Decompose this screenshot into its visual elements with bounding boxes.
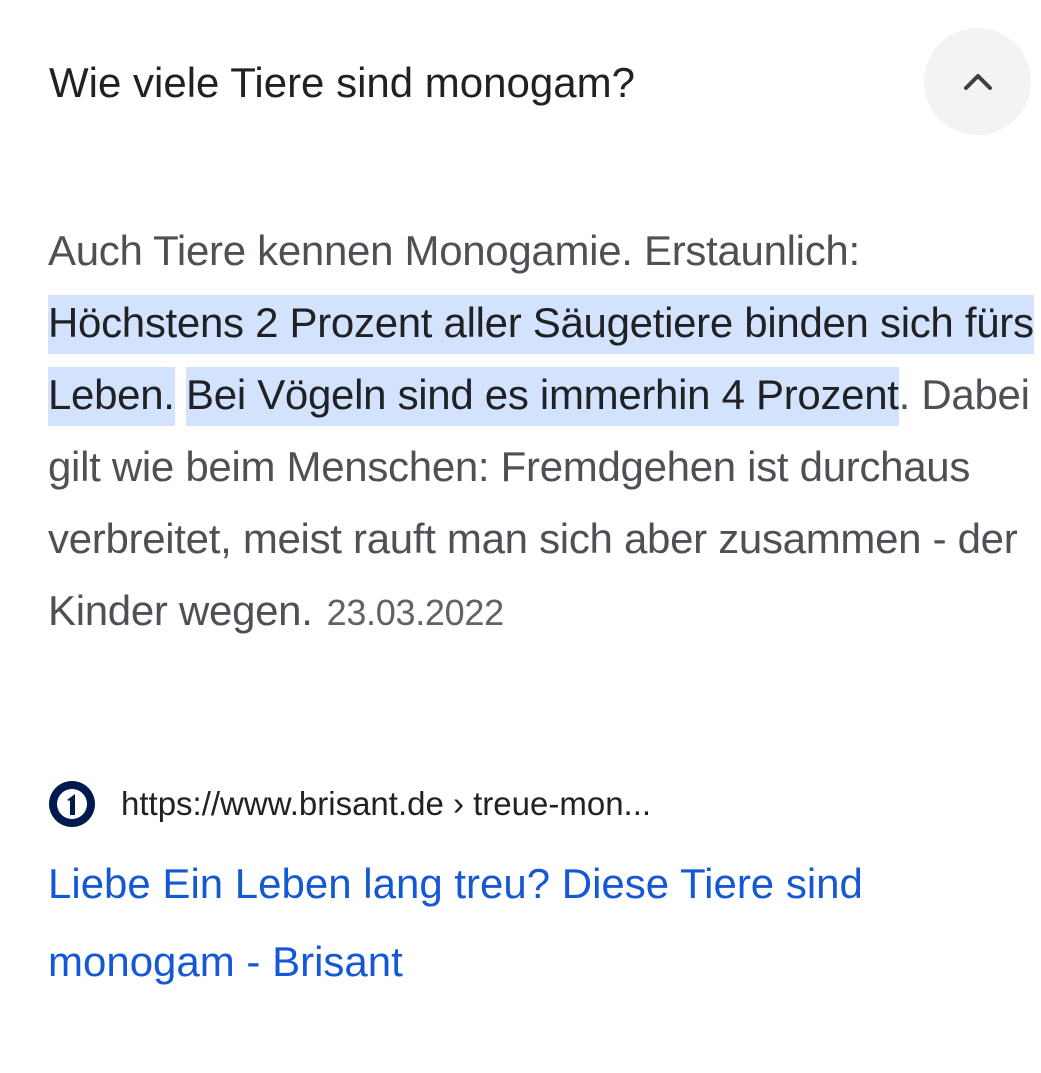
das-erste-logo-icon: [49, 781, 95, 827]
source-url[interactable]: https://www.brisant.de › treue-mon...: [121, 785, 651, 823]
source-row[interactable]: https://www.brisant.de › treue-mon...: [48, 778, 651, 830]
result-title-link[interactable]: Liebe Ein Leben lang treu? Diese Tiere s…: [48, 845, 1008, 1001]
question-row[interactable]: Wie viele Tiere sind monogam?: [0, 0, 1041, 165]
answer-date: 23.03.2022: [326, 592, 504, 633]
answer-highlight-2: Bei Vögeln sind es immerhin 4 Prozent: [186, 367, 899, 426]
collapse-button[interactable]: [924, 28, 1031, 135]
answer-intro: Auch Tiere kennen Monogamie. Erstaunlich…: [48, 227, 860, 274]
answer-snippet: Auch Tiere kennen Monogamie. Erstaunlich…: [48, 215, 1038, 649]
chevron-up-icon: [963, 73, 992, 90]
question-title[interactable]: Wie viele Tiere sind monogam?: [49, 57, 635, 109]
